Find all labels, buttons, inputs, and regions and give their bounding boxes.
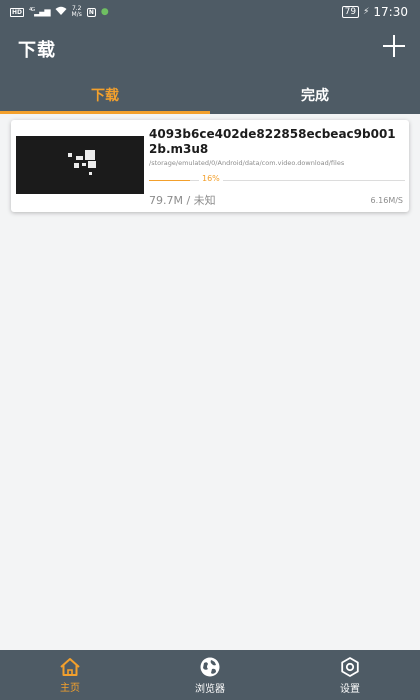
hd-indicator: HD	[10, 7, 25, 17]
status-bar: HD 4G▂▄▆ 7.2 M/s N ● 79 ⚡ 17:30	[0, 0, 420, 24]
tab-bar: 下载 完成	[0, 76, 420, 114]
nav-home[interactable]: 主页	[0, 650, 140, 700]
nav-browser-label: 浏览器	[195, 683, 225, 695]
gear-icon	[339, 656, 361, 678]
nav-home-label: 主页	[60, 682, 80, 694]
tab-completed[interactable]: 完成	[210, 76, 420, 114]
progress-fill	[149, 180, 190, 181]
network-speed: 7.2 M/s	[72, 6, 82, 18]
charging-icon: ⚡	[363, 7, 370, 17]
tab-downloading[interactable]: 下载	[0, 76, 210, 114]
file-name: 4093b6ce402de822858ecbeac9b0012b.m3u8	[149, 127, 396, 156]
progress-bar	[149, 180, 405, 181]
nav-browser[interactable]: 浏览器	[140, 650, 280, 700]
page-title: 下载	[18, 40, 56, 61]
tab-downloading-label: 下载	[91, 88, 119, 104]
network-speed-unit: M/s	[71, 11, 82, 18]
signal-icon: 4G▂▄▆	[29, 7, 51, 17]
bottom-nav: 主页 浏览器 设置	[0, 650, 420, 700]
nav-settings-label: 设置	[340, 683, 360, 695]
progress-percent: 16%	[199, 174, 223, 183]
status-bar-left: HD 4G▂▄▆ 7.2 M/s N ●	[10, 6, 109, 19]
network-type: 4G	[29, 7, 35, 14]
download-item[interactable]: 4093b6ce402de822858ecbeac9b0012b.m3u8 /s…	[11, 120, 409, 212]
tab-completed-label: 完成	[301, 88, 329, 104]
nav-settings[interactable]: 设置	[280, 650, 420, 700]
video-thumbnail	[16, 136, 144, 194]
add-download-button[interactable]	[382, 34, 406, 58]
home-icon	[59, 657, 81, 677]
notification-icon: N	[86, 7, 96, 17]
globe-icon	[199, 656, 221, 678]
download-speed: 6.16M/S	[370, 196, 404, 205]
app-header: 下载	[0, 24, 420, 76]
battery-icon: 79	[341, 6, 360, 18]
clock: 17:30	[373, 5, 408, 19]
file-path: /storage/emulated/0/Android/data/com.vid…	[149, 159, 345, 167]
download-size: 79.7M / 未知	[149, 194, 216, 207]
wifi-icon	[55, 6, 67, 19]
app-status-icon: ●	[100, 7, 109, 17]
status-bar-right: 79 ⚡ 17:30	[341, 5, 408, 19]
